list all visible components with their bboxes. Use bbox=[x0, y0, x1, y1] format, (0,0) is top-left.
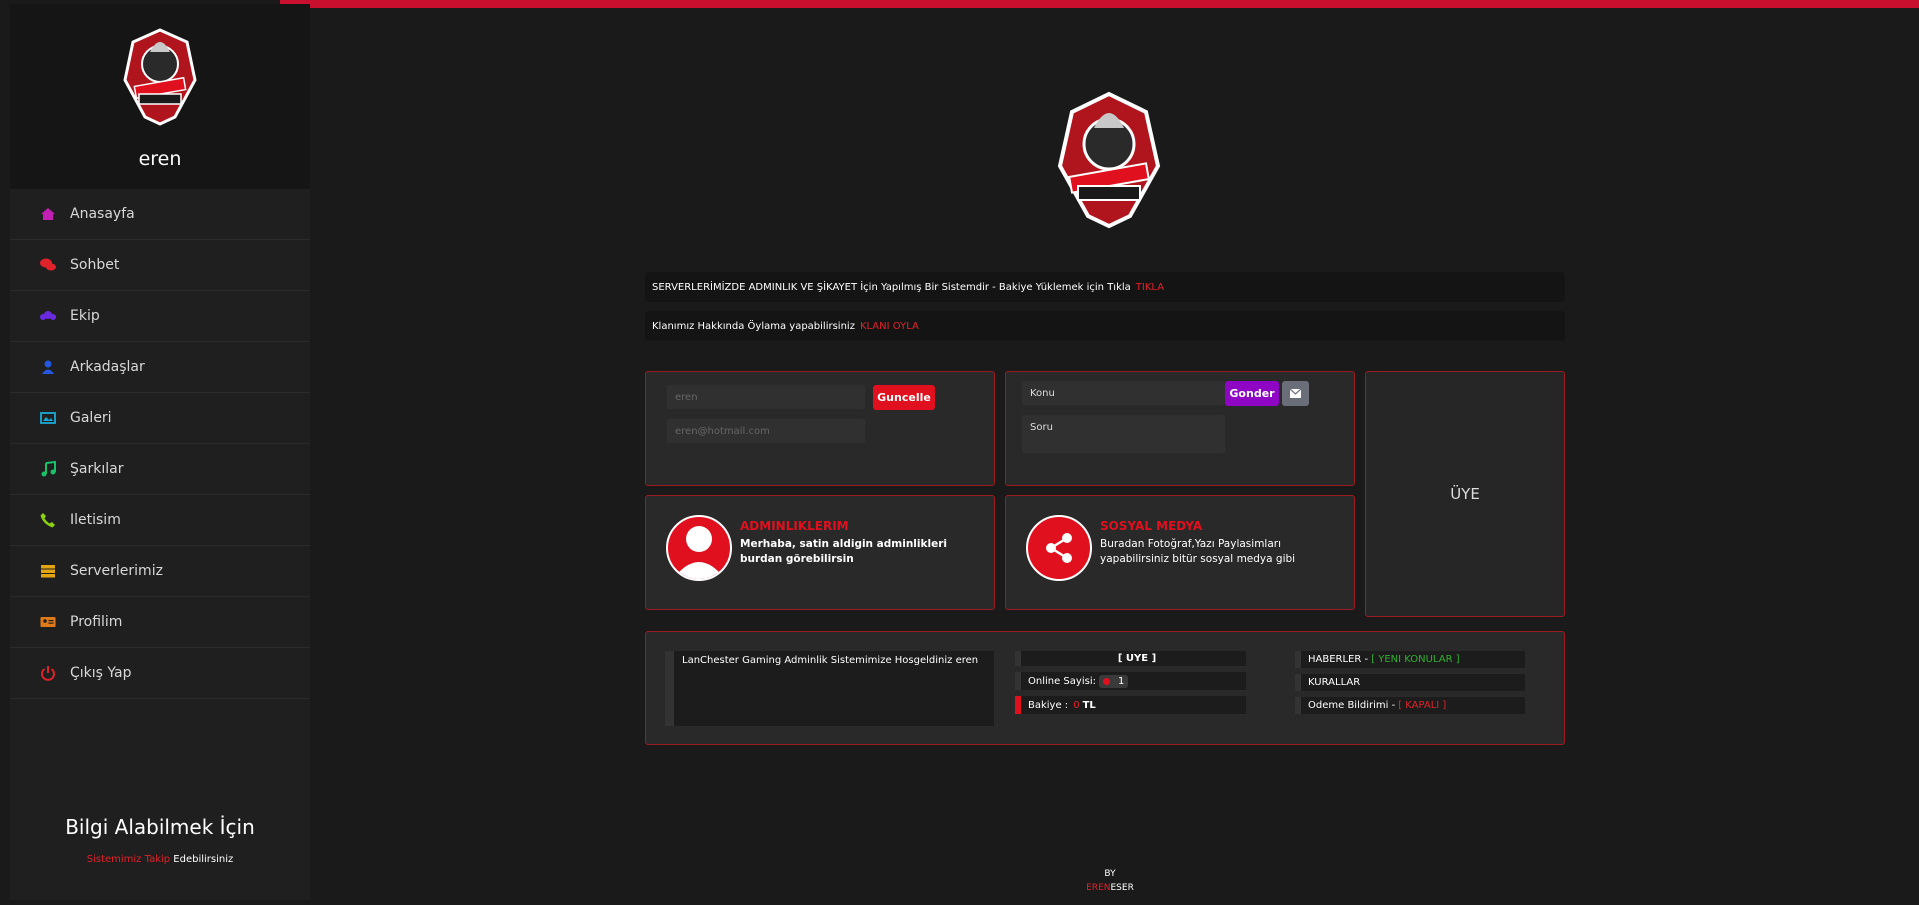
rules-row[interactable]: KURALLAR bbox=[1295, 674, 1525, 691]
sidebar-item-sarkilar[interactable]: Şarkılar bbox=[10, 444, 310, 495]
image-icon bbox=[40, 412, 56, 424]
info-bar-text: SERVERLERİMİZDE ADMINLIK VE ŞİKAYET İçin… bbox=[652, 281, 1131, 293]
sidebar-nav: Anasayfa Sohbet Ekip Arkadaşlar Galeri Ş… bbox=[10, 189, 310, 699]
sidebar-item-arkadaslar[interactable]: Arkadaşlar bbox=[10, 342, 310, 393]
sidebar-footer-subtitle: Sistemimiz Takip Edebilirsiniz bbox=[10, 854, 310, 865]
sidebar-item-label: Şarkılar bbox=[70, 461, 124, 477]
sidebar-item-label: Iletisim bbox=[70, 512, 121, 528]
social-avatar bbox=[1026, 515, 1092, 581]
rules-link[interactable]: KURALLAR bbox=[1308, 677, 1360, 688]
envelope-icon bbox=[1290, 389, 1301, 398]
server-icon bbox=[41, 565, 55, 578]
chat-icon bbox=[40, 258, 56, 271]
sidebar-item-label: Profilim bbox=[70, 614, 123, 630]
online-count: 1 bbox=[1117, 675, 1125, 687]
balance-load-link[interactable]: TIKLA bbox=[1136, 282, 1164, 293]
admin-card-title: ADMINLIKLERIM bbox=[740, 519, 849, 533]
admin-avatar bbox=[666, 515, 732, 581]
admin-card[interactable]: ADMINLIKLERIM Merhaba, satin aldigin adm… bbox=[645, 495, 995, 610]
footer-by: BY bbox=[1104, 869, 1116, 879]
online-count-pill: 1 bbox=[1098, 674, 1129, 688]
role-badge: [ UYE ] bbox=[1015, 651, 1246, 666]
sidebar-item-galeri[interactable]: Galeri bbox=[10, 393, 310, 444]
sidebar-footer-title: Bilgi Alabilmek İçin bbox=[65, 815, 255, 839]
info-bar-text: Klanımız Hakkında Öylama yapabilirsiniz bbox=[652, 320, 855, 332]
sidebar-item-label: Çıkış Yap bbox=[70, 665, 132, 681]
welcome-text: LanChester Gaming Adminlik Sistemimize H… bbox=[682, 655, 979, 666]
online-label: Online Sayisi: bbox=[1028, 675, 1096, 687]
power-icon bbox=[41, 666, 55, 681]
footer-author-last: ESER bbox=[1110, 883, 1134, 893]
subject-field[interactable]: Konu bbox=[1021, 380, 1226, 406]
sidebar-item-anasayfa[interactable]: Anasayfa bbox=[10, 189, 310, 240]
member-label: ÜYE bbox=[1450, 485, 1480, 503]
sidebar-item-cikis-yap[interactable]: Çıkış Yap bbox=[10, 648, 310, 699]
message-form-card: Konu Gonder Soru bbox=[1005, 371, 1355, 486]
footer-author: ERENESER bbox=[1000, 883, 1220, 893]
top-accent-bar bbox=[280, 0, 1919, 8]
profile-form-card: eren Guncelle eren@hotmail.com bbox=[645, 371, 995, 486]
sidebar-item-iletisim[interactable]: Iletisim bbox=[10, 495, 310, 546]
sidebar-item-label: Ekip bbox=[70, 308, 100, 324]
admin-card-text: Merhaba, satin aldigin adminlikleri burd… bbox=[740, 538, 947, 565]
online-count-row: Online Sayisi: 1 bbox=[1015, 672, 1246, 690]
sidebar-footer-follow-link[interactable]: Sistemimiz Takip bbox=[87, 854, 170, 865]
share-icon bbox=[1046, 533, 1072, 563]
phone-icon bbox=[40, 513, 55, 528]
email-field[interactable]: eren@hotmail.com bbox=[666, 418, 866, 444]
role-text: [ UYE ] bbox=[1117, 653, 1157, 664]
info-bar-vote: Klanımız Hakkında Öylama yapabilirsiniz … bbox=[645, 311, 1565, 341]
payment-row[interactable]: Odeme Bildirimi - [ KAPALI ] bbox=[1295, 697, 1525, 714]
payment-label: Odeme Bildirimi - bbox=[1308, 700, 1396, 711]
group-icon bbox=[40, 311, 56, 320]
sidebar-item-label: Serverlerimiz bbox=[70, 563, 163, 579]
online-dot-icon bbox=[1102, 677, 1110, 685]
info-bar-balance: SERVERLERİMİZDE ADMINLIK VE ŞİKAYET İçin… bbox=[645, 272, 1565, 302]
sidebar-item-ekip[interactable]: Ekip bbox=[10, 291, 310, 342]
music-icon bbox=[41, 461, 56, 477]
sidebar-item-label: Arkadaşlar bbox=[70, 359, 145, 375]
balance-row: Bakiye : 0 TL bbox=[1015, 696, 1246, 714]
balance-label: Bakiye : bbox=[1028, 699, 1069, 711]
sidebar: eren Anasayfa Sohbet Ekip Arkadaşlar Gal… bbox=[10, 4, 310, 900]
main-logo bbox=[1057, 91, 1161, 229]
sidebar-item-serverlerimiz[interactable]: Serverlerimiz bbox=[10, 546, 310, 597]
user-silhouette-icon bbox=[673, 526, 725, 579]
payment-status: [ KAPALI ] bbox=[1398, 700, 1447, 711]
footer-author-first: EREN bbox=[1086, 883, 1111, 893]
sidebar-username: eren bbox=[138, 148, 182, 170]
social-card-text: Buradan Fotoğraf,Yazı Paylasimları yapab… bbox=[1100, 538, 1296, 565]
news-link[interactable]: [ YENI KONULAR ] bbox=[1371, 654, 1459, 665]
news-label: HABERLER - bbox=[1308, 654, 1369, 665]
news-row[interactable]: HABERLER - [ YENI KONULAR ] bbox=[1295, 651, 1525, 668]
send-button[interactable]: Gonder bbox=[1225, 381, 1279, 406]
social-card-title: SOSYAL MEDYA bbox=[1100, 519, 1203, 533]
mail-button[interactable] bbox=[1282, 381, 1309, 406]
user-icon bbox=[42, 360, 54, 374]
sidebar-item-label: Anasayfa bbox=[70, 206, 135, 222]
welcome-box: LanChester Gaming Adminlik Sistemimize H… bbox=[665, 651, 994, 726]
home-icon bbox=[41, 208, 55, 220]
name-field[interactable]: eren bbox=[666, 384, 866, 410]
member-box: ÜYE bbox=[1365, 371, 1565, 617]
id-card-icon bbox=[40, 617, 56, 627]
question-field[interactable]: Soru bbox=[1021, 414, 1226, 454]
sidebar-item-label: Galeri bbox=[70, 410, 112, 426]
social-media-card[interactable]: SOSYAL MEDYA Buradan Fotoğraf,Yazı Payla… bbox=[1005, 495, 1355, 610]
update-button[interactable]: Guncelle bbox=[873, 385, 935, 410]
clan-vote-link[interactable]: KLANI OYLA bbox=[860, 321, 919, 332]
sidebar-item-label: Sohbet bbox=[70, 257, 120, 273]
sidebar-header: eren bbox=[10, 4, 310, 189]
sidebar-item-sohbet[interactable]: Sohbet bbox=[10, 240, 310, 291]
lanchester-logo bbox=[123, 28, 197, 126]
balance-unit: TL bbox=[1082, 699, 1096, 711]
sidebar-item-profilim[interactable]: Profilim bbox=[10, 597, 310, 648]
balance-value: 0 bbox=[1073, 699, 1080, 711]
sidebar-footer-subtitle-text: Edebilirsiniz bbox=[173, 854, 234, 865]
